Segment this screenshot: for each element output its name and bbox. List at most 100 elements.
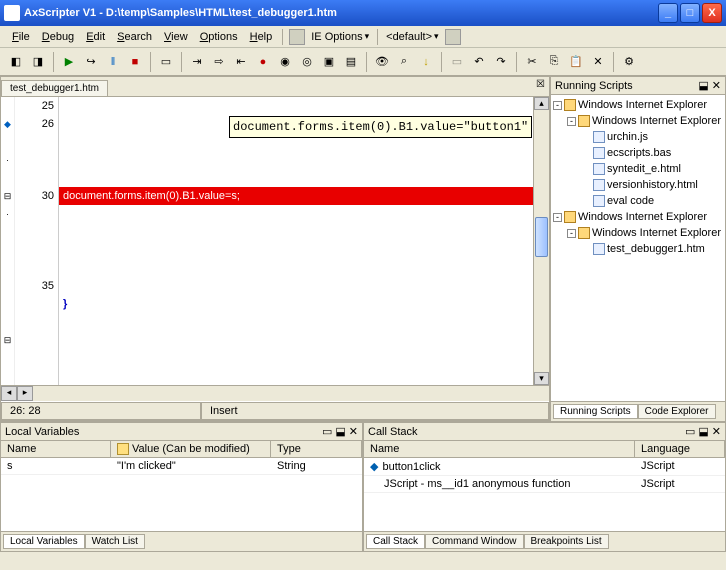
vertical-scrollbar[interactable] [533,97,549,385]
ie-options-dropdown[interactable]: IE Options [307,30,373,44]
panel-title-text: Running Scripts [555,80,698,92]
editor-pane: test_debugger1.htm ☒ ◆· ⊟· ⊟ 25 26 30 35 [0,76,550,422]
menu-search[interactable]: Search [111,29,158,45]
panel-close-icon[interactable]: ✕ [349,425,358,438]
pin-icon[interactable]: ⬓ [335,425,345,438]
doc-icon[interactable]: ▭ [156,52,176,72]
minimize-button[interactable]: _ [658,3,678,23]
marker-column[interactable]: ◆· ⊟· ⊟ [1,97,15,385]
copy-config-icon[interactable] [445,29,461,45]
run-icon[interactable]: ▶ [59,52,79,72]
redo-icon[interactable]: ↷ [491,52,511,72]
tool-btn-bp3[interactable]: ◎ [297,52,317,72]
delete-icon[interactable]: ✕ [588,52,608,72]
tool-btn-bp5[interactable]: ▤ [341,52,361,72]
tab-breakpoints-list[interactable]: Breakpoints List [524,534,609,549]
col-value[interactable]: Value (Can be modified) [111,441,271,457]
pin-icon[interactable]: ⬓ [698,79,708,92]
menu-separator [377,29,378,45]
tab-watch-list[interactable]: Watch List [85,534,145,549]
tool-btn-2[interactable]: ◨ [28,52,48,72]
default-dropdown[interactable]: <default> [382,30,442,44]
callstack-table-header[interactable]: Name Language [364,441,725,458]
menu-help[interactable]: Help [244,29,279,45]
locals-table-header[interactable]: Name Value (Can be modified) Type [1,441,362,458]
code-editor[interactable]: ◆· ⊟· ⊟ 25 26 30 35 document.forms.item(… [1,97,549,385]
tool-separator [150,52,151,72]
scripts-tree[interactable]: -Windows Internet Explorer -Windows Inte… [551,95,725,401]
step-out-icon[interactable]: ⇤ [231,52,251,72]
titlebar[interactable]: AxScripter V1 - D:\temp\Samples\HTML\tes… [0,0,726,26]
binoculars-icon[interactable]: ⌕ [394,52,414,72]
table-row[interactable]: JScript - ms__id1 anonymous function JSc… [364,476,725,493]
toolbar: ◧ ◨ ▶ ↪ ‖ ■ ▭ ⇥ ⇨ ⇤ ● ◉ ◎ ▣ ▤ 👁 ⌕ ↓ ▭ ↶ … [0,48,726,76]
run-to-icon[interactable]: ↪ [81,52,101,72]
paste-icon[interactable]: 📋 [566,52,586,72]
maximize-button[interactable]: □ [680,3,700,23]
status-mode: Insert [201,402,549,420]
pause-icon[interactable]: ‖ [103,52,123,72]
current-line[interactable]: document.forms.item(0).B1.value=s; [59,187,533,205]
tab-command-window[interactable]: Command Window [425,534,523,549]
col-type[interactable]: Type [271,441,362,457]
menubar: File Debug Edit Search View Options Help… [0,26,726,48]
horizontal-scrollbar[interactable]: ◂▸ [1,385,549,401]
col-name[interactable]: Name [364,441,635,457]
menu-edit[interactable]: Edit [80,29,111,45]
stop-icon[interactable]: ■ [125,52,145,72]
dock-icon[interactable]: ▭ [685,425,695,438]
app-icon [4,5,20,21]
current-frame-icon: ◆ [370,461,378,473]
find-icon[interactable]: 👁 [372,52,392,72]
tab-code-explorer[interactable]: Code Explorer [638,404,716,419]
cut-icon[interactable]: ✂ [522,52,542,72]
editor-tab[interactable]: test_debugger1.htm [1,80,108,96]
line-number-gutter[interactable]: 25 26 30 35 [15,97,59,385]
breakpoint-icon[interactable]: ● [253,52,273,72]
options-icon[interactable]: ⚙ [619,52,639,72]
tab-close-icon[interactable]: ☒ [536,79,545,90]
goto-icon[interactable]: ↓ [416,52,436,72]
panel-close-icon[interactable]: ✕ [712,79,721,92]
refresh-icon[interactable] [289,29,305,45]
menu-separator [282,29,283,45]
table-row[interactable]: ◆button1click JScript [364,458,725,476]
menu-debug[interactable]: Debug [36,29,80,45]
edit-icon [117,443,129,455]
tool-separator [516,52,517,72]
tool-separator [441,52,442,72]
scroll-left-icon[interactable]: ◂ [1,386,17,401]
undo-icon[interactable]: ↶ [469,52,489,72]
panel-close-icon[interactable]: ✕ [712,425,721,438]
tool-btn-bp4[interactable]: ▣ [319,52,339,72]
tab-running-scripts[interactable]: Running Scripts [553,404,638,419]
tool-btn-1[interactable]: ◧ [6,52,26,72]
col-language[interactable]: Language [635,441,725,457]
menu-file[interactable]: File [6,29,36,45]
scrollbar-thumb[interactable] [535,217,548,257]
status-position: 26: 28 [1,402,201,420]
scroll-right-icon[interactable]: ▸ [17,386,33,401]
code-text[interactable]: document.forms.item(0).B1.value=s; } fun… [59,97,533,385]
col-name[interactable]: Name [1,441,111,457]
dock-icon[interactable]: ▭ [322,425,332,438]
tool-separator [613,52,614,72]
table-row[interactable]: s "I'm clicked" String [1,458,362,475]
tool-separator [366,52,367,72]
step-into-icon[interactable]: ⇥ [187,52,207,72]
pin-icon[interactable]: ⬓ [698,425,708,438]
tool-separator [181,52,182,72]
menu-view[interactable]: View [158,29,194,45]
step-over-icon[interactable]: ⇨ [209,52,229,72]
menu-options[interactable]: Options [194,29,244,45]
value-tooltip: document.forms.item(0).B1.value="button1… [229,116,532,138]
panel-title-text: Call Stack [368,426,685,438]
running-scripts-panel: Running Scripts ⬓ ✕ -Windows Internet Ex… [550,76,726,422]
tool-separator [53,52,54,72]
tab-call-stack[interactable]: Call Stack [366,534,425,549]
editor-tab-strip: test_debugger1.htm ☒ [1,77,549,97]
copy-icon[interactable]: ⎘ [544,52,564,72]
tool-btn-bp2[interactable]: ◉ [275,52,295,72]
close-button[interactable]: X [702,3,722,23]
tab-local-variables[interactable]: Local Variables [3,534,85,549]
